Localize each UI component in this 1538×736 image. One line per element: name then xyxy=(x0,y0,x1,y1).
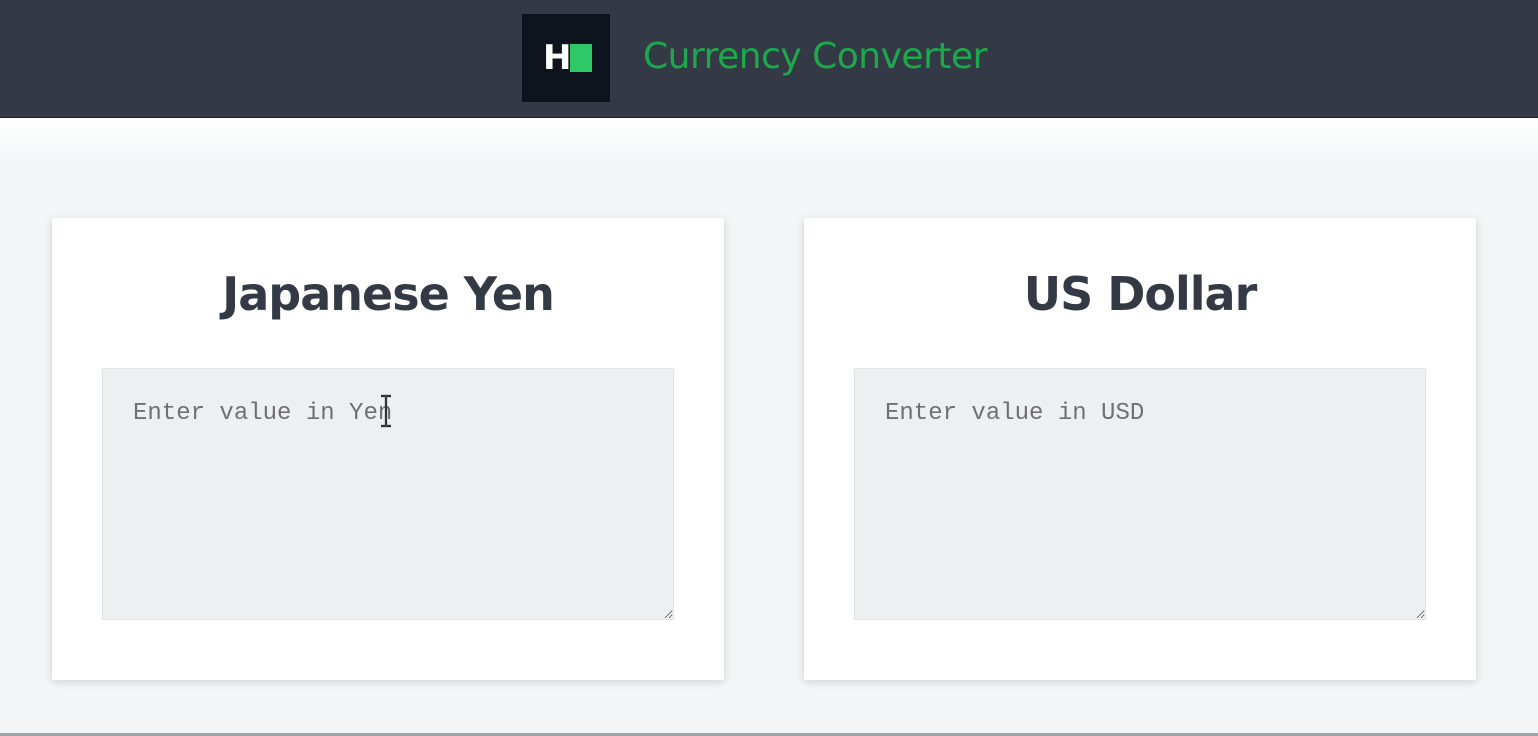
usd-input[interactable] xyxy=(854,368,1426,620)
logo-block xyxy=(570,44,592,72)
usd-card: US Dollar xyxy=(804,218,1476,680)
usd-title: US Dollar xyxy=(1023,267,1258,321)
yen-title: Japanese Yen xyxy=(222,267,555,321)
app-header: H Currency Converter xyxy=(0,0,1538,118)
logo-icon[interactable]: H xyxy=(522,14,610,102)
text-cursor-icon xyxy=(381,394,391,428)
header-shadow-band xyxy=(0,118,1538,166)
yen-card: Japanese Yen xyxy=(52,218,724,680)
logo-letter: H xyxy=(543,38,572,78)
app-title: Currency Converter xyxy=(643,36,987,77)
